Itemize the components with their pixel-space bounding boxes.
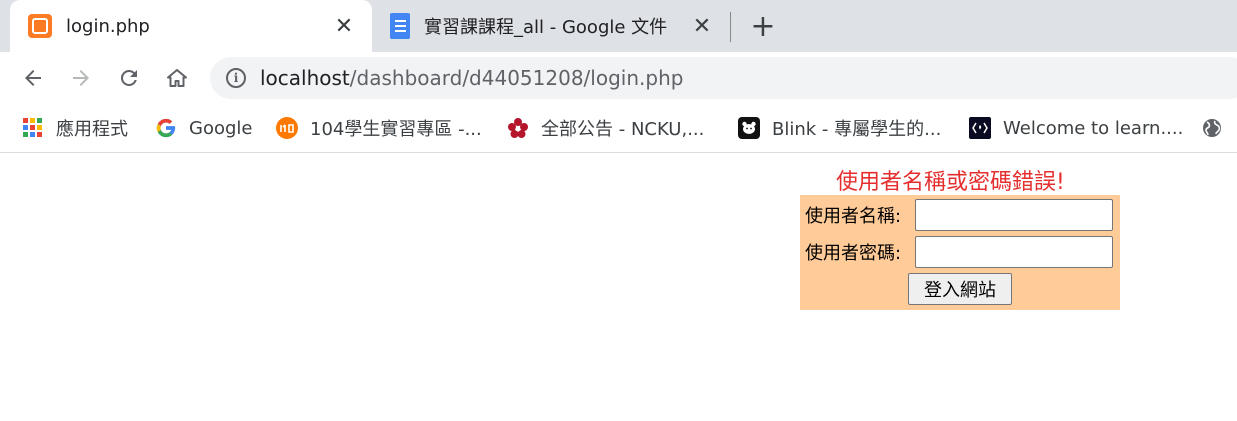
back-button[interactable] xyxy=(15,60,51,96)
home-button[interactable] xyxy=(159,60,195,96)
site-info-icon[interactable]: i xyxy=(226,68,246,88)
google-g-icon xyxy=(155,117,177,139)
url-text: localhost/dashboard/d44051208/login.php xyxy=(260,66,684,90)
bookmark-ncku[interactable]: 全部公告 - NCKU,... xyxy=(507,115,704,141)
ncku-flower-icon xyxy=(507,117,529,139)
globe-icon xyxy=(1201,117,1223,139)
username-input[interactable] xyxy=(915,199,1113,231)
close-tab-icon[interactable]: ✕ xyxy=(330,12,358,40)
reload-button[interactable] xyxy=(111,60,147,96)
bookmark-globe[interactable] xyxy=(1201,115,1235,141)
password-row: 使用者密碼: xyxy=(805,236,1113,268)
tab-separator xyxy=(730,12,731,42)
google-docs-icon xyxy=(390,13,410,39)
close-tab-icon[interactable]: ✕ xyxy=(688,12,716,40)
bookmark-google[interactable]: Google xyxy=(155,115,252,141)
tab-title: login.php xyxy=(66,15,150,37)
username-row: 使用者名稱: xyxy=(805,199,1113,231)
forward-button[interactable] xyxy=(63,60,99,96)
login-form: 使用者名稱: 使用者密碼: 登入網站 xyxy=(800,195,1120,310)
address-bar[interactable]: i localhost/dashboard/d44051208/login.ph… xyxy=(210,57,1237,99)
bookmarks-bar: 應用程式 Google 104學生實習專區 -... 全部公告 - NCKU,.… xyxy=(0,104,1237,153)
home-icon xyxy=(167,69,187,87)
104-icon xyxy=(276,117,298,139)
bookmark-apps[interactable]: 應用程式 xyxy=(22,115,128,141)
password-label: 使用者密碼: xyxy=(805,243,902,264)
tab-login[interactable]: login.php ✕ xyxy=(10,0,372,52)
arrow-left-icon xyxy=(25,70,41,86)
xampp-icon xyxy=(28,14,52,38)
bookmark-104[interactable]: 104學生實習專區 -... xyxy=(276,115,482,141)
password-input[interactable] xyxy=(915,236,1113,268)
login-submit-button[interactable]: 登入網站 xyxy=(908,273,1012,305)
new-tab-button[interactable]: + xyxy=(745,8,781,44)
tab-google-docs[interactable]: 實習課課程_all - Google 文件 ✕ xyxy=(372,0,730,52)
bookmark-welcome[interactable]: Welcome to learn.... xyxy=(969,115,1183,141)
tab-strip: login.php ✕ 實習課課程_all - Google 文件 ✕ + xyxy=(0,0,1237,52)
username-label: 使用者名稱: xyxy=(805,206,902,227)
code-icon xyxy=(969,117,991,139)
apps-grid-icon xyxy=(22,117,44,139)
arrow-right-icon xyxy=(73,70,89,86)
bear-icon xyxy=(738,117,760,139)
bookmark-blink[interactable]: Blink - 專屬學生的... xyxy=(738,115,941,141)
tab-title: 實習課課程_all - Google 文件 xyxy=(424,17,668,38)
reload-icon xyxy=(120,69,137,86)
login-error-message: 使用者名稱或密碼錯誤! xyxy=(836,170,1065,195)
